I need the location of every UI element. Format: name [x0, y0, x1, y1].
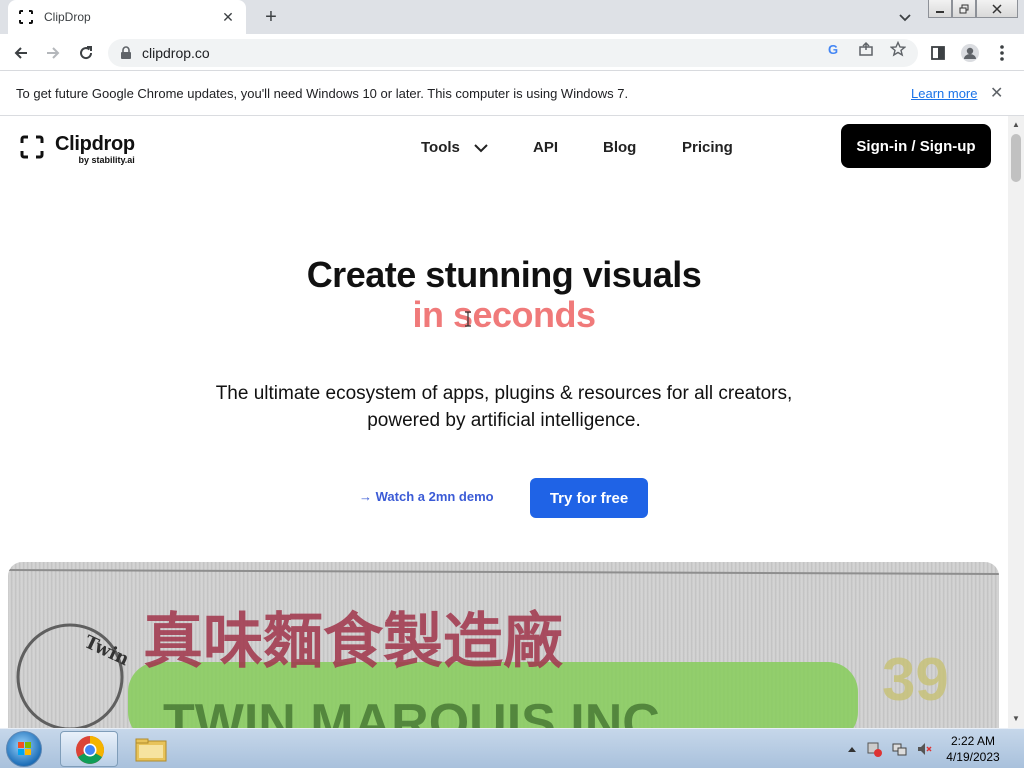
share-icon[interactable]: [857, 40, 875, 58]
volume-muted-icon[interactable]: [916, 741, 932, 757]
taskbar-clock[interactable]: 2:22 AM 4/19/2023: [936, 733, 1010, 765]
nav-tools-label: Tools: [421, 139, 460, 156]
back-button[interactable]: [10, 42, 32, 64]
signin-button[interactable]: Sign-in / Sign-up: [841, 124, 991, 168]
lock-icon[interactable]: [120, 46, 132, 60]
network-icon[interactable]: [892, 741, 908, 757]
address-bar[interactable]: clipdrop.co: [108, 39, 918, 67]
scroll-down-arrow-icon[interactable]: ▼: [1012, 714, 1020, 723]
storefront-sign-image: Twin 真味麵食製造廠 TWIN MARQUIS INC 39: [8, 569, 999, 728]
scrollbar-thumb[interactable]: [1011, 134, 1021, 182]
minimize-window-button[interactable]: [928, 0, 952, 18]
watch-demo-link[interactable]: → Watch a 2mn demo: [359, 489, 494, 504]
kebab-menu-icon: [1000, 45, 1004, 61]
update-infobar: To get future Google Chrome updates, you…: [0, 71, 1024, 116]
browser-tab-bar: ClipDrop ✕ +: [0, 0, 1024, 34]
chrome-menu-button[interactable]: [991, 42, 1013, 64]
new-tab-button[interactable]: +: [260, 6, 282, 28]
nav-api[interactable]: API: [533, 139, 558, 156]
page-content: Clipdrop by stability.ai Tools API Blog …: [0, 116, 1008, 728]
nav-blog[interactable]: Blog: [603, 139, 636, 156]
clock-time: 2:22 AM: [950, 734, 996, 748]
back-arrow-icon: [14, 47, 27, 59]
clipdrop-favicon-icon: [19, 10, 33, 24]
nav-tools[interactable]: Tools: [421, 139, 488, 156]
forward-button[interactable]: [42, 42, 64, 64]
url-text[interactable]: clipdrop.co: [142, 45, 210, 61]
hero-subtitle-line1: The ultimate ecosystem of apps, plugins …: [215, 383, 793, 404]
sign-number-text: 39: [882, 646, 949, 713]
start-button[interactable]: [6, 731, 42, 767]
nav-pricing[interactable]: Pricing: [682, 139, 733, 156]
folder-icon: [135, 738, 167, 762]
infobar-close-icon[interactable]: ✕: [990, 83, 1003, 103]
stamp-text: Twin: [81, 631, 132, 670]
taskbar-chrome-button[interactable]: [60, 731, 118, 767]
scroll-up-arrow-icon[interactable]: ▲: [1012, 120, 1020, 129]
hero-headline: Create stunning visuals: [306, 254, 702, 295]
restore-icon: [959, 4, 969, 13]
tab-search-chevron-icon[interactable]: [896, 8, 914, 26]
infobar-message: To get future Google Chrome updates, you…: [16, 86, 629, 101]
show-hidden-icons-icon[interactable]: [844, 741, 860, 757]
chrome-icon: [76, 736, 104, 764]
reload-button[interactable]: [75, 42, 97, 64]
clipdrop-logo[interactable]: Clipdrop by stability.ai: [20, 133, 135, 165]
tab-title: ClipDrop: [44, 10, 91, 24]
browser-tab[interactable]: ClipDrop ✕: [8, 0, 246, 34]
learn-more-link[interactable]: Learn more: [911, 86, 977, 101]
tab-close-icon[interactable]: ✕: [220, 9, 236, 26]
windows-logo-icon: [18, 742, 31, 755]
profile-avatar-icon: [961, 44, 979, 62]
minimize-icon: [936, 10, 944, 13]
hero-subtitle: The ultimate ecosystem of apps, plugins …: [0, 380, 1008, 434]
clipdrop-logo-icon: [20, 135, 44, 159]
forward-arrow-icon: [47, 47, 60, 59]
logo-byline: by stability.ai: [78, 155, 135, 165]
chevron-down-icon: [474, 143, 488, 152]
text-cursor-icon: [465, 311, 471, 327]
side-panel-button[interactable]: [927, 42, 949, 64]
sign-english-text: TWIN MARQUIS INC: [163, 694, 660, 728]
browser-toolbar: clipdrop.co G: [0, 34, 1024, 71]
page-scrollbar[interactable]: ▲ ▼: [1008, 116, 1024, 728]
hero-subtitle-line2: powered by artificial intelligence.: [367, 410, 641, 431]
close-window-icon: [992, 3, 1002, 14]
close-window-button[interactable]: [976, 0, 1018, 18]
restore-window-button[interactable]: [952, 0, 976, 18]
taskbar-explorer-button[interactable]: [122, 731, 180, 767]
action-center-flag-icon[interactable]: [866, 741, 882, 757]
bookmark-star-icon[interactable]: [889, 40, 907, 58]
windows-taskbar: 2:22 AM 4/19/2023: [0, 728, 1024, 768]
hero-demo-image: Twin 真味麵食製造廠 TWIN MARQUIS INC 39: [8, 562, 999, 728]
svg-text:G: G: [828, 42, 838, 56]
google-lens-icon[interactable]: G: [825, 40, 843, 58]
profile-button[interactable]: [959, 42, 981, 64]
logo-name: Clipdrop: [55, 133, 135, 155]
try-for-free-button[interactable]: Try for free: [530, 478, 648, 518]
side-panel-icon: [931, 46, 945, 60]
sign-chinese-text: 真味麵食製造廠: [143, 607, 563, 677]
reload-icon: [80, 46, 93, 60]
clock-date: 4/19/2023: [946, 750, 1000, 764]
hero-headline-accent: in seconds: [412, 294, 596, 335]
